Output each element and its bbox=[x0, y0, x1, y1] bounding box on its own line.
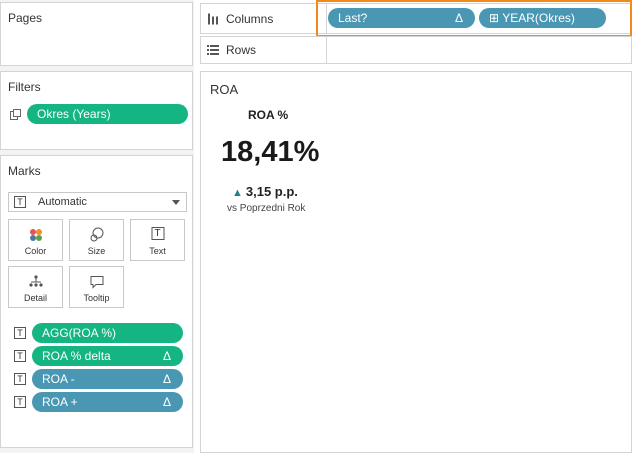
pages-title: Pages bbox=[8, 11, 43, 25]
text-encoding-icon[interactable]: T bbox=[14, 350, 26, 362]
columns-icon bbox=[208, 13, 218, 24]
size-button[interactable]: Size bbox=[69, 219, 124, 261]
filters-card[interactable]: Filters Okres (Years) bbox=[0, 71, 193, 150]
text-icon: T bbox=[151, 227, 164, 240]
sheet-title: ROA bbox=[210, 82, 239, 97]
detail-button[interactable]: Detail bbox=[8, 266, 63, 308]
filter-pill-label: Okres (Years) bbox=[37, 107, 111, 121]
field-pill-label: ROA - bbox=[42, 372, 75, 386]
rows-label: Rows bbox=[226, 43, 257, 57]
kpi-comparison-label: vs Poprzedni Rok bbox=[227, 203, 306, 214]
rows-shelf-label: Rows bbox=[201, 37, 327, 63]
color-dots-icon bbox=[29, 229, 42, 241]
filter-context-icon bbox=[10, 109, 21, 120]
field-pill-label: ROA % delta bbox=[42, 349, 111, 363]
kpi-label: ROA % bbox=[248, 108, 289, 122]
left-panel: Pages Filters Okres (Years) Marks T Auto… bbox=[0, 0, 194, 453]
size-icon bbox=[90, 227, 103, 242]
up-arrow-icon: ▲ bbox=[232, 187, 243, 199]
detail-button-label: Detail bbox=[23, 293, 47, 303]
filters-title: Filters bbox=[8, 80, 41, 94]
field-pill-roa-minus[interactable]: ROA - Δ bbox=[32, 369, 183, 389]
mark-type-value: Automatic bbox=[38, 196, 87, 208]
field-pill-label: AGG(ROA %) bbox=[42, 326, 117, 340]
delta-icon: Δ bbox=[162, 349, 171, 363]
text-mark-icon: T bbox=[14, 196, 26, 208]
pages-card[interactable]: Pages bbox=[0, 2, 193, 66]
worksheet-view[interactable]: ROA ROA % 18,41% ▲ 3,15 p.p. vs Poprzedni… bbox=[200, 71, 632, 453]
size-button-label: Size bbox=[87, 246, 106, 256]
marks-card[interactable]: Marks T Automatic Color Size T Text Deta… bbox=[0, 155, 193, 448]
kpi-value: 18,41% bbox=[221, 136, 320, 168]
filter-pill-okres-years[interactable]: Okres (Years) bbox=[27, 104, 188, 124]
text-encoding-icon[interactable]: T bbox=[14, 396, 26, 408]
delta-icon: Δ bbox=[162, 395, 171, 409]
field-pill-label: ROA + bbox=[42, 395, 78, 409]
columns-label: Columns bbox=[226, 11, 274, 26]
rows-shelf[interactable]: Rows bbox=[200, 36, 632, 64]
chevron-down-icon[interactable] bbox=[172, 200, 180, 205]
kpi-delta-value: 3,15 p.p. bbox=[245, 184, 298, 199]
text-encoding-icon[interactable]: T bbox=[14, 327, 26, 339]
columns-shelf-label: Columns bbox=[201, 4, 327, 33]
detail-icon bbox=[28, 275, 43, 287]
text-encoding-icon[interactable]: T bbox=[14, 373, 26, 385]
tooltip-button[interactable]: Tooltip bbox=[69, 266, 124, 308]
highlight-box bbox=[316, 0, 632, 37]
text-button[interactable]: T Text bbox=[130, 219, 185, 261]
field-pill-roa-plus[interactable]: ROA + Δ bbox=[32, 392, 183, 412]
field-pill-roa-delta[interactable]: ROA % delta Δ bbox=[32, 346, 183, 366]
tooltip-button-label: Tooltip bbox=[83, 293, 110, 303]
marks-title: Marks bbox=[8, 164, 41, 178]
mark-type-dropdown[interactable]: T Automatic bbox=[8, 192, 187, 212]
text-button-label: Text bbox=[149, 246, 166, 256]
tooltip-icon bbox=[90, 276, 103, 289]
color-button-label: Color bbox=[24, 246, 47, 256]
rows-icon bbox=[207, 45, 219, 55]
color-button[interactable]: Color bbox=[8, 219, 63, 261]
field-pill-agg-roa[interactable]: AGG(ROA %) bbox=[32, 323, 183, 343]
delta-icon: Δ bbox=[162, 372, 171, 386]
kpi-delta: ▲ 3,15 p.p. bbox=[232, 184, 298, 199]
